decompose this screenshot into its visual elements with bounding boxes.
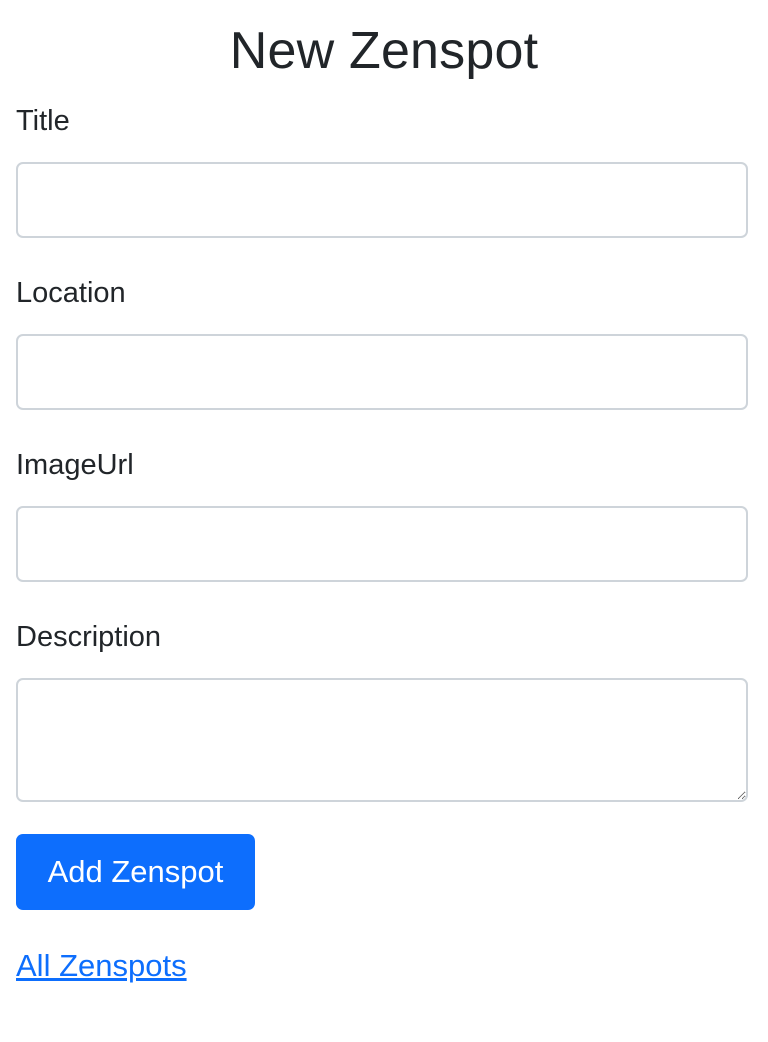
location-label: Location — [16, 277, 126, 309]
title-input[interactable] — [16, 162, 748, 238]
description-label: Description — [16, 621, 162, 653]
description-textarea[interactable] — [16, 678, 748, 802]
all-zenspots-link[interactable]: All Zenspots — [16, 946, 187, 986]
add-zenspot-button[interactable]: Add Zenspot — [16, 834, 255, 910]
page: New Zenspot Title Location ImageUrl Desc… — [0, 0, 768, 1042]
location-input[interactable] — [16, 334, 748, 410]
title-label: Title — [16, 105, 70, 137]
image-url-label: ImageUrl — [16, 449, 134, 481]
page-title: New Zenspot — [229, 22, 539, 80]
image-url-input[interactable] — [16, 506, 748, 582]
